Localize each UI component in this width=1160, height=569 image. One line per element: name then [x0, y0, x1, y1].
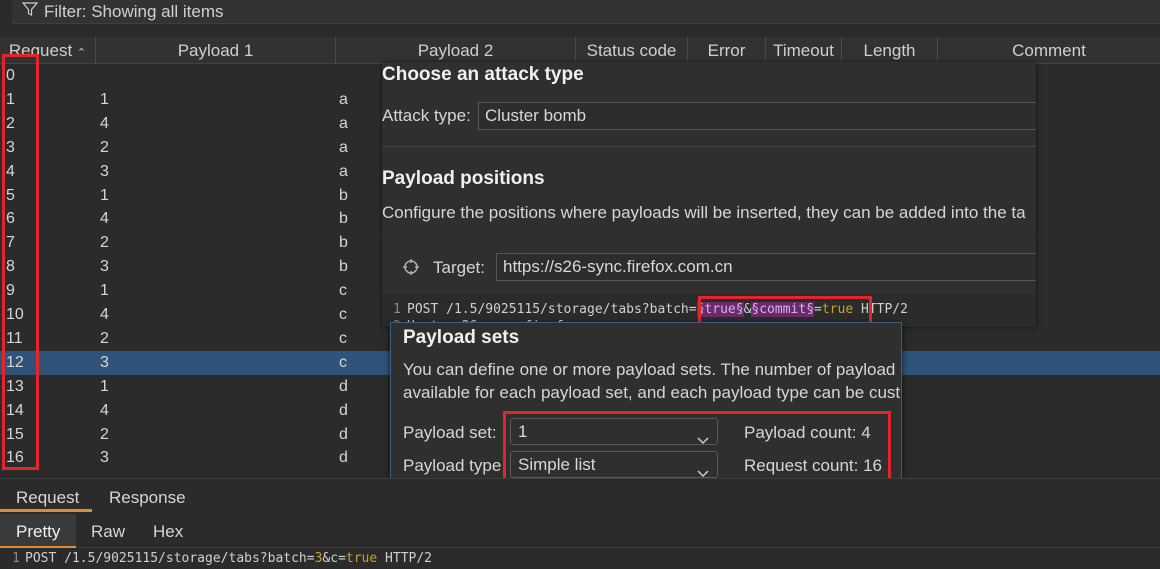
cell-payload1: 2 [100, 234, 109, 252]
request-text: POST /1.5/9025115/storage/tabs?batch= [25, 551, 315, 566]
cell-payload2: b [339, 258, 348, 276]
cell-payload2: b [339, 234, 348, 252]
request-text: HTTP/2 [377, 551, 433, 566]
cell-payload2: a [339, 138, 348, 156]
filter-text: Filter: Showing all items [44, 1, 224, 21]
template-text: POST /1.5/9025115/storage/tabs?batch= [407, 302, 697, 317]
cell-payload1: 3 [100, 449, 109, 467]
cell-payload2: d [339, 377, 348, 395]
payload-sets-panel: Payload sets You can define one or more … [390, 322, 902, 490]
cell-payload2: a [339, 114, 348, 132]
line-number: 1 [12, 551, 20, 566]
payload-positions-heading: Payload positions [382, 168, 545, 189]
payload-sets-description-1: You can define one or more payload sets.… [403, 360, 896, 379]
cell-payload2: d [339, 401, 348, 419]
attack-type-heading: Choose an attack type [382, 64, 584, 85]
request-column-highlight [2, 54, 39, 470]
target-label: Target: [433, 258, 485, 277]
cell-payload2: c [339, 329, 347, 347]
payload-set-label: Payload set: [403, 423, 497, 442]
cell-payload1: 4 [100, 401, 109, 419]
payload-settings-highlight [503, 411, 891, 485]
filter-bar: Filter: Showing all items [0, 0, 1160, 34]
cell-payload1: 3 [100, 258, 109, 276]
active-tab-indicator [0, 509, 92, 512]
cell-payload2: b [339, 186, 348, 204]
results-table-header: Request ⌃ Payload 1 Payload 2 Status cod… [0, 37, 1160, 64]
payload-sets-heading: Payload sets [403, 327, 520, 348]
cell-payload1: 4 [100, 306, 109, 323]
payload-type-label: Payload type [403, 456, 502, 475]
attack-type-label: Attack type: [382, 106, 471, 125]
col-header-payload1[interactable]: Payload 1 [96, 37, 336, 64]
request-line: POST /1.5/9025115/storage/tabs?batch=3&c… [25, 551, 432, 566]
payload-sets-description-2: available for each payload set, and each… [403, 383, 901, 402]
col-header-status[interactable]: Status code [576, 37, 688, 64]
cell-payload1: 4 [100, 114, 109, 132]
cell-payload1: 2 [100, 138, 109, 156]
payload-positions-description: Configure the positions where payloads w… [382, 203, 1026, 222]
cell-payload1: 2 [100, 329, 109, 347]
tab-hex[interactable]: Hex [153, 522, 183, 542]
active-subtab-indicator [0, 546, 76, 548]
request-editor[interactable]: 1 POST /1.5/9025115/storage/tabs?batch=3… [0, 549, 1160, 569]
tab-pretty[interactable]: Pretty [16, 522, 60, 542]
cell-payload2: c [339, 306, 347, 323]
cell-payload2: a [339, 90, 348, 108]
col-header-comment[interactable]: Comment [938, 37, 1160, 64]
col-header-error[interactable]: Error [688, 37, 766, 64]
filter-box[interactable]: Filter: Showing all items [12, 0, 1160, 24]
col-header-length-label: Length [863, 41, 916, 60]
col-header-comment-label: Comment [1012, 41, 1086, 60]
tab-request[interactable]: Request [16, 488, 79, 508]
col-header-timeout-label: Timeout [773, 41, 834, 60]
cell-payload1: 1 [100, 186, 109, 204]
divider [382, 238, 1036, 239]
sort-ascending-icon: ⌃ [76, 47, 87, 59]
cell-payload2: a [339, 162, 348, 180]
col-header-payload1-label: Payload 1 [177, 41, 254, 60]
cell-payload1: 1 [100, 377, 109, 395]
cell-payload2: c [339, 282, 347, 300]
target-crosshair-icon [402, 258, 420, 281]
divider [382, 146, 1036, 147]
tab-raw[interactable]: Raw [91, 522, 125, 542]
attack-type-select[interactable]: Cluster bomb [478, 102, 1036, 130]
cell-payload1: 1 [100, 282, 109, 300]
cell-payload2: d [339, 425, 348, 443]
cell-payload2: c [339, 353, 347, 371]
col-header-payload2[interactable]: Payload 2 [336, 37, 576, 64]
cell-payload1: 2 [100, 425, 109, 443]
col-header-timeout[interactable]: Timeout [766, 37, 842, 64]
cell-payload1: 3 [100, 353, 109, 371]
target-input[interactable]: https://s26-sync.firefox.com.cn [496, 253, 1036, 281]
cell-payload1: 3 [100, 162, 109, 180]
request-value: true [345, 551, 378, 566]
line-number: 1 [393, 302, 401, 317]
tab-response[interactable]: Response [109, 488, 186, 508]
cell-payload2: d [339, 449, 348, 467]
request-text: &c= [322, 551, 346, 566]
col-header-payload2-label: Payload 2 [417, 41, 494, 60]
filter-icon [21, 1, 44, 22]
cell-payload2: b [339, 210, 348, 228]
col-header-error-label: Error [707, 41, 746, 60]
cell-payload1: 4 [100, 210, 109, 228]
col-header-status-label: Status code [586, 41, 677, 60]
cell-payload1: 1 [100, 90, 109, 108]
attack-settings-panel: Choose an attack type Attack type: Clust… [382, 62, 1036, 327]
col-header-length[interactable]: Length [842, 37, 938, 64]
